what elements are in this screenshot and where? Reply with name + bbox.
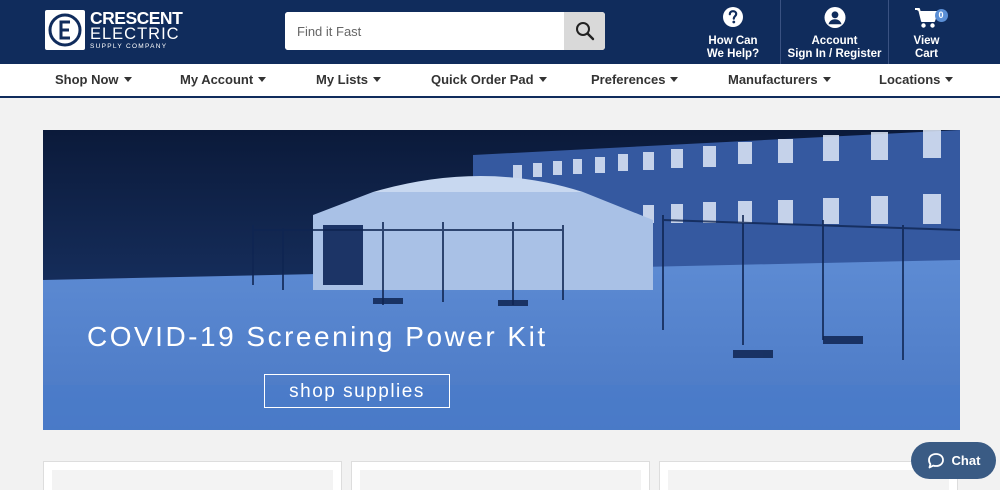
- top-header: CRESCENT ELECTRIC SUPPLY COMPANY How Can…: [0, 0, 1000, 64]
- chevron-down-icon: [822, 77, 831, 82]
- brand-name-second: ELECTRIC: [90, 25, 180, 43]
- nav-locations[interactable]: Locations: [879, 64, 954, 96]
- nav-quick-order-pad[interactable]: Quick Order Pad: [431, 64, 547, 96]
- brand-tagline: SUPPLY COMPANY: [90, 43, 168, 50]
- chat-button[interactable]: Chat: [911, 442, 996, 479]
- hero-banner[interactable]: COVID-19 Screening Power Kit shop suppli…: [43, 130, 960, 430]
- hero-title: COVID-19 Screening Power Kit: [87, 321, 548, 352]
- chat-bubble-icon: [927, 452, 944, 468]
- help-label: How Can We Help?: [698, 35, 768, 61]
- help-link[interactable]: How Can We Help?: [698, 0, 768, 64]
- main-nav: Shop Now My Account My Lists Quick Order…: [0, 64, 1000, 98]
- card-image: [360, 470, 641, 490]
- chevron-down-icon: [945, 77, 954, 82]
- cart-label-line2: Cart: [914, 48, 938, 60]
- product-card[interactable]: [43, 461, 342, 490]
- account-label-line2: Sign In / Register: [787, 48, 882, 60]
- chevron-down-icon: [538, 77, 547, 82]
- nav-my-lists-label: My Lists: [316, 72, 369, 87]
- help-label-line1: How Can: [708, 35, 758, 47]
- cart-label: View Cart: [899, 35, 954, 61]
- card-image: [668, 470, 949, 490]
- cart-link[interactable]: 0 View Cart: [899, 0, 954, 64]
- search-bar: [285, 12, 605, 50]
- nav-my-account-label: My Account: [180, 72, 254, 87]
- hero-image: [43, 130, 960, 430]
- brand-logo[interactable]: CRESCENT ELECTRIC SUPPLY COMPANY: [45, 9, 185, 52]
- help-circle-icon: [722, 6, 744, 32]
- user-circle-icon: [823, 6, 846, 33]
- nav-my-account[interactable]: My Account: [180, 64, 267, 96]
- nav-preferences[interactable]: Preferences: [591, 64, 679, 96]
- chevron-down-icon: [258, 77, 267, 82]
- shop-supplies-button[interactable]: shop supplies: [264, 374, 450, 408]
- product-card[interactable]: [351, 461, 650, 490]
- search-input[interactable]: [285, 12, 565, 50]
- card-image: [52, 470, 333, 490]
- nav-my-lists[interactable]: My Lists: [316, 64, 382, 96]
- nav-shop-now-label: Shop Now: [55, 72, 119, 87]
- search-button[interactable]: [564, 12, 605, 50]
- account-label: Account Sign In / Register: [781, 35, 888, 61]
- chevron-down-icon: [123, 77, 132, 82]
- search-icon: [575, 22, 594, 41]
- ce-monogram-icon: [45, 10, 85, 50]
- account-label-line1: Account: [811, 35, 858, 47]
- nav-preferences-label: Preferences: [591, 72, 666, 87]
- nav-manufacturers-label: Manufacturers: [728, 72, 818, 87]
- cart-count-badge: 0: [934, 9, 948, 22]
- nav-shop-now[interactable]: Shop Now: [55, 64, 132, 96]
- nav-locations-label: Locations: [879, 72, 941, 87]
- chevron-down-icon: [670, 77, 679, 82]
- chat-label: Chat: [951, 453, 981, 468]
- help-label-line2: We Help?: [706, 48, 760, 60]
- account-link[interactable]: Account Sign In / Register: [781, 0, 888, 64]
- chevron-down-icon: [373, 77, 382, 82]
- cart-icon: 0: [904, 6, 950, 32]
- cart-label-line1: View: [913, 35, 940, 47]
- header-divider: [888, 0, 889, 64]
- nav-manufacturers[interactable]: Manufacturers: [728, 64, 831, 96]
- nav-quick-order-pad-label: Quick Order Pad: [431, 72, 534, 87]
